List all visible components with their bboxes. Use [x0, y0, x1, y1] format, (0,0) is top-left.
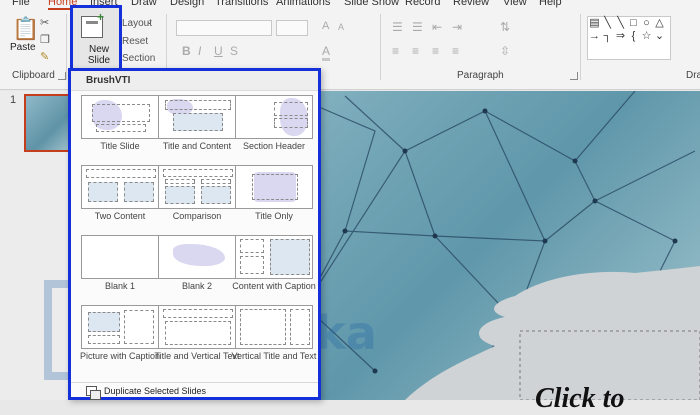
reset-button[interactable]: Reset [122, 36, 148, 47]
layout-thumbnail [158, 165, 236, 209]
font-name-box[interactable] [176, 20, 272, 36]
layout-thumbnail [81, 95, 159, 139]
numbering-icon[interactable]: ☰ [412, 20, 423, 34]
slide-title-text[interactable]: Click to [535, 383, 624, 415]
underline-button[interactable]: U [214, 44, 223, 58]
tab-review[interactable]: Review [453, 0, 489, 8]
font-size-box[interactable] [276, 20, 308, 36]
shapes-gallery[interactable]: ▤ ╲ ╲ □ ○ △ → ┐ ⇒{☆ ⌄ [587, 16, 671, 60]
layout-label: Vertical Title and Text [231, 351, 317, 361]
slide-number: 1 [10, 94, 17, 106]
align-center-icon[interactable]: ≡ [412, 44, 419, 58]
layout-title-slide[interactable]: Title Slide [81, 95, 159, 161]
font-size-down-icon[interactable]: A [338, 22, 344, 32]
layout-blank-2[interactable]: Blank 2 [158, 235, 236, 301]
layout-blank-1[interactable]: Blank 1 [81, 235, 159, 301]
textbox-shape-icon[interactable]: ▤ [588, 17, 601, 30]
layout-thumbnail [158, 305, 236, 349]
justify-icon[interactable]: ≡ [452, 44, 459, 58]
dropdown-header: BrushVTI [71, 71, 318, 91]
line-shape-icon[interactable]: ╲ [614, 17, 627, 30]
layout-section-header[interactable]: Section Header [235, 95, 313, 161]
increase-indent-icon[interactable]: ⇥ [452, 20, 462, 34]
ribbon-separator [66, 14, 67, 80]
more-shapes-icon[interactable]: ⌄ [653, 30, 666, 43]
brace-shape-icon[interactable]: { [627, 30, 640, 43]
layout-title-only[interactable]: Title Only [235, 165, 313, 231]
arrow-shape-icon[interactable]: ⇒ [614, 30, 627, 43]
layout-thumbnail [235, 305, 313, 349]
tab-help[interactable]: Help [539, 0, 562, 8]
layout-thumbnail [235, 165, 313, 209]
align-text-icon[interactable]: ⇳ [500, 44, 510, 58]
white-brush-shape [405, 266, 700, 400]
layout-thumbnail [158, 95, 236, 139]
decrease-indent-icon[interactable]: ⇤ [432, 20, 442, 34]
tab-file[interactable]: File [12, 0, 30, 8]
layout-thumbnail [81, 165, 159, 209]
section-button[interactable]: Section [122, 53, 155, 64]
layout-picture-with-caption[interactable]: Picture with Caption [80, 305, 160, 371]
paragraph-launcher[interactable] [570, 72, 578, 80]
bullets-icon[interactable]: ☰ [392, 20, 403, 34]
new-slide-label: New Slide [87, 44, 111, 66]
layout-label: Section Header [242, 141, 306, 151]
theme-name: BrushVTI [86, 75, 131, 86]
arrow-shape-icon[interactable]: → [588, 30, 601, 43]
layout-content-with-caption[interactable]: Content with Caption [232, 235, 316, 301]
layout-label: Title Only [255, 211, 293, 221]
layout-two-content[interactable]: Two Content [81, 165, 159, 231]
layout-label: Content with Caption [232, 281, 316, 291]
new-slide-dropdown: BrushVTI Title Slide Title and Content S… [68, 68, 321, 400]
layout-thumbnail [158, 235, 236, 279]
clipboard-launcher[interactable] [58, 72, 66, 80]
duplicate-icon [86, 386, 101, 400]
format-painter-icon[interactable]: ✎ [40, 50, 49, 63]
tab-design[interactable]: Design [170, 0, 204, 8]
layout-thumbnail [235, 95, 313, 139]
tab-draw[interactable]: Draw [131, 0, 157, 8]
plus-icon: + [97, 10, 105, 24]
paste-button[interactable]: Paste [10, 42, 36, 53]
layout-title-and-content[interactable]: Title and Content [158, 95, 236, 161]
paste-icon[interactable]: 📋 [12, 16, 39, 42]
align-right-icon[interactable]: ≡ [432, 44, 439, 58]
duplicate-slides-label: Duplicate Selected Slides [104, 386, 207, 396]
align-left-icon[interactable]: ≡ [392, 44, 399, 58]
italic-button[interactable]: I [198, 44, 201, 58]
tab-view[interactable]: View [503, 0, 527, 8]
layout-thumbnail [81, 305, 159, 349]
bracket-shape-icon[interactable]: ┐ [601, 30, 614, 43]
rectangle-shape-icon[interactable]: □ [627, 17, 640, 30]
star-shape-icon[interactable]: ☆ [640, 30, 653, 43]
text-direction-icon[interactable]: ⇅ [500, 20, 510, 34]
layout-title-and-vertical-text[interactable]: Title and Vertical Text [154, 305, 240, 371]
layout-comparison[interactable]: Comparison [158, 165, 236, 231]
strikethrough-button[interactable]: S [230, 44, 238, 58]
layout-vertical-title-and-text[interactable]: Vertical Title and Text [232, 305, 316, 371]
tab-transitions[interactable]: Transitions [215, 0, 268, 8]
tab-record[interactable]: Record [405, 0, 440, 8]
bold-button[interactable]: B [182, 44, 191, 58]
new-slide-button[interactable]: + New Slide [70, 5, 122, 72]
oval-shape-icon[interactable]: ○ [640, 17, 653, 30]
tab-slide-show[interactable]: Slide Show [344, 0, 399, 8]
ribbon-separator [380, 14, 381, 80]
line-shape-icon[interactable]: ╲ [601, 17, 614, 30]
cut-icon[interactable]: ✂ [40, 16, 49, 29]
paragraph-group-label: Paragraph [457, 70, 504, 81]
triangle-shape-icon[interactable]: △ [653, 17, 666, 30]
font-size-up-icon[interactable]: A [322, 20, 329, 32]
duplicate-slides-item[interactable]: Duplicate Selected Slides [71, 382, 318, 400]
ribbon-separator [580, 14, 581, 80]
tab-animations[interactable]: Animations [276, 0, 330, 8]
font-color-button[interactable]: A [322, 44, 331, 61]
layout-chevron-icon[interactable]: ⌄ [146, 17, 153, 26]
drawing-group-label: Drav [686, 70, 700, 81]
layout-thumbnail [235, 235, 313, 279]
copy-icon[interactable]: ❐ [40, 33, 50, 46]
layout-thumbnail [81, 235, 159, 279]
clipboard-group-label: Clipboard [12, 70, 55, 81]
